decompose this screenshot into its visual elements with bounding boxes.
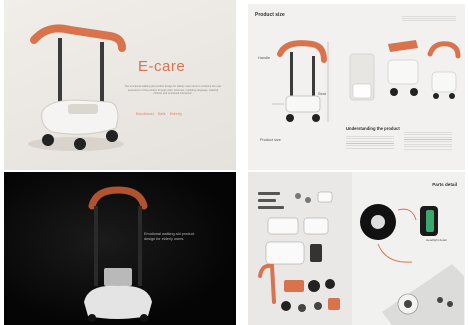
parts-detail-renders	[360, 204, 464, 325]
understanding-text-block-2	[404, 132, 452, 150]
exploded-parts-area	[248, 172, 352, 325]
brand-title: E-care	[138, 58, 186, 75]
brand-tagline: Emotional · Safe · Elderly	[136, 112, 183, 116]
walker-render-dark	[84, 186, 152, 322]
walker-render-hero	[28, 24, 126, 151]
walker-size-views	[349, 40, 461, 101]
parts-title: Parts detail	[432, 182, 457, 187]
parts-panel: Parts detail Headlight detail	[248, 172, 465, 325]
hero-panel: E-care The emotional walking aid product…	[4, 0, 236, 170]
size-panel: Product size Handle Seat Understanding t…	[248, 4, 465, 170]
size-footer-label: Product size	[260, 138, 281, 142]
understanding-heading: Understanding the product	[346, 126, 400, 131]
size-header-text	[402, 16, 456, 22]
dark-caption: Emotional walking aid product design for…	[144, 232, 195, 241]
headlight-callout: Headlight detail	[426, 238, 447, 242]
understanding-text-block	[346, 136, 394, 150]
exploded-parts	[258, 191, 340, 312]
dark-panel: Emotional walking aid product design for…	[4, 172, 236, 325]
walker-size-side	[272, 40, 329, 122]
size-title: Product size	[255, 12, 285, 18]
brand-description: The emotional walking aid product design…	[124, 85, 222, 95]
presentation-board: E-care The emotional walking aid product…	[0, 0, 468, 325]
